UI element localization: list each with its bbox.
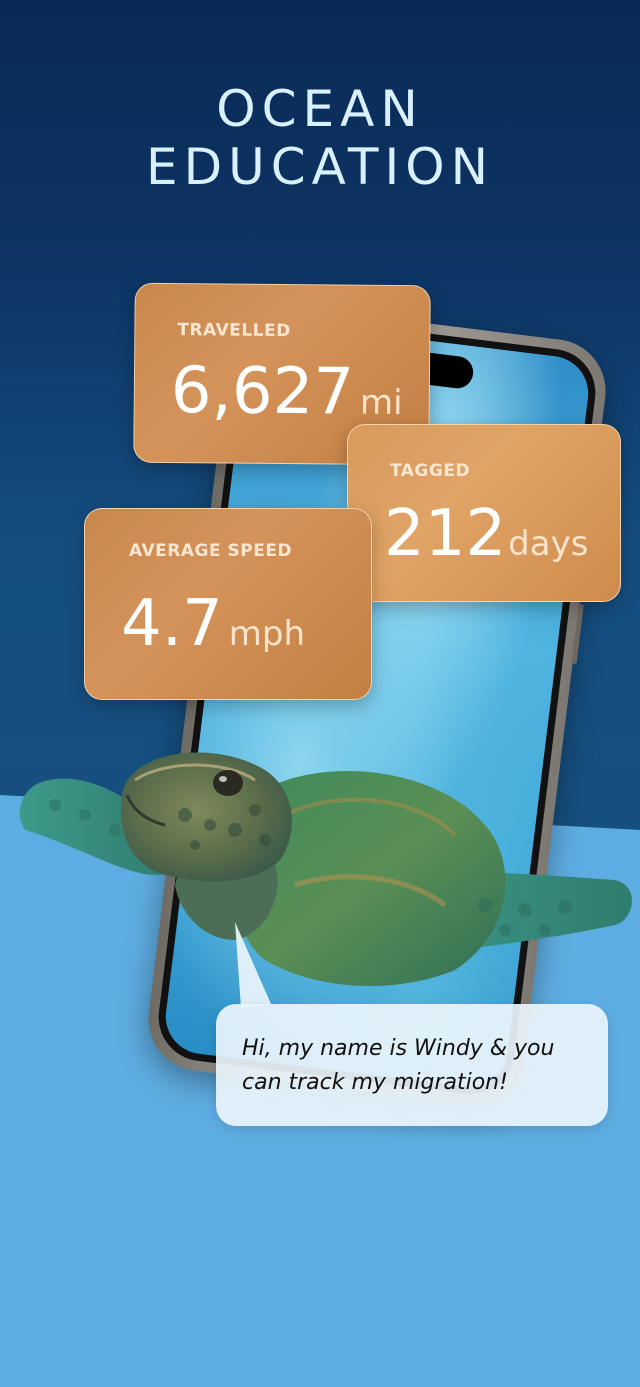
- average-speed-value: 4.7 mph: [121, 587, 305, 661]
- speech-bubble-tail: [235, 922, 271, 1008]
- sea-turtle-illustration: [19, 752, 632, 987]
- average-speed-unit: mph: [228, 614, 306, 654]
- title-line-1: OCEAN: [216, 80, 424, 138]
- average-speed-label: AVERAGE SPEED: [129, 541, 293, 561]
- tagged-number: 212: [384, 497, 507, 571]
- title-line-2: EDUCATION: [146, 138, 494, 196]
- travelled-number: 6,627: [170, 354, 355, 430]
- average-speed-card: AVERAGE SPEED 4.7 mph: [84, 508, 372, 700]
- travelled-unit: mi: [359, 382, 403, 424]
- tagged-unit: days: [508, 524, 589, 564]
- travelled-label: TRAVELLED: [177, 320, 291, 342]
- speech-bubble: Hi, my name is Windy & you can track my …: [216, 1004, 608, 1126]
- travelled-value: 6,627 mi: [171, 354, 403, 430]
- tagged-card: TAGGED 212days: [347, 424, 621, 602]
- speech-bubble-text: Hi, my name is Windy & you can track my …: [242, 1036, 555, 1095]
- tagged-label: TAGGED: [390, 461, 471, 481]
- tagged-value: 212days: [384, 497, 588, 571]
- average-speed-number: 4.7: [121, 587, 223, 661]
- page-title: OCEAN EDUCATION: [0, 80, 640, 196]
